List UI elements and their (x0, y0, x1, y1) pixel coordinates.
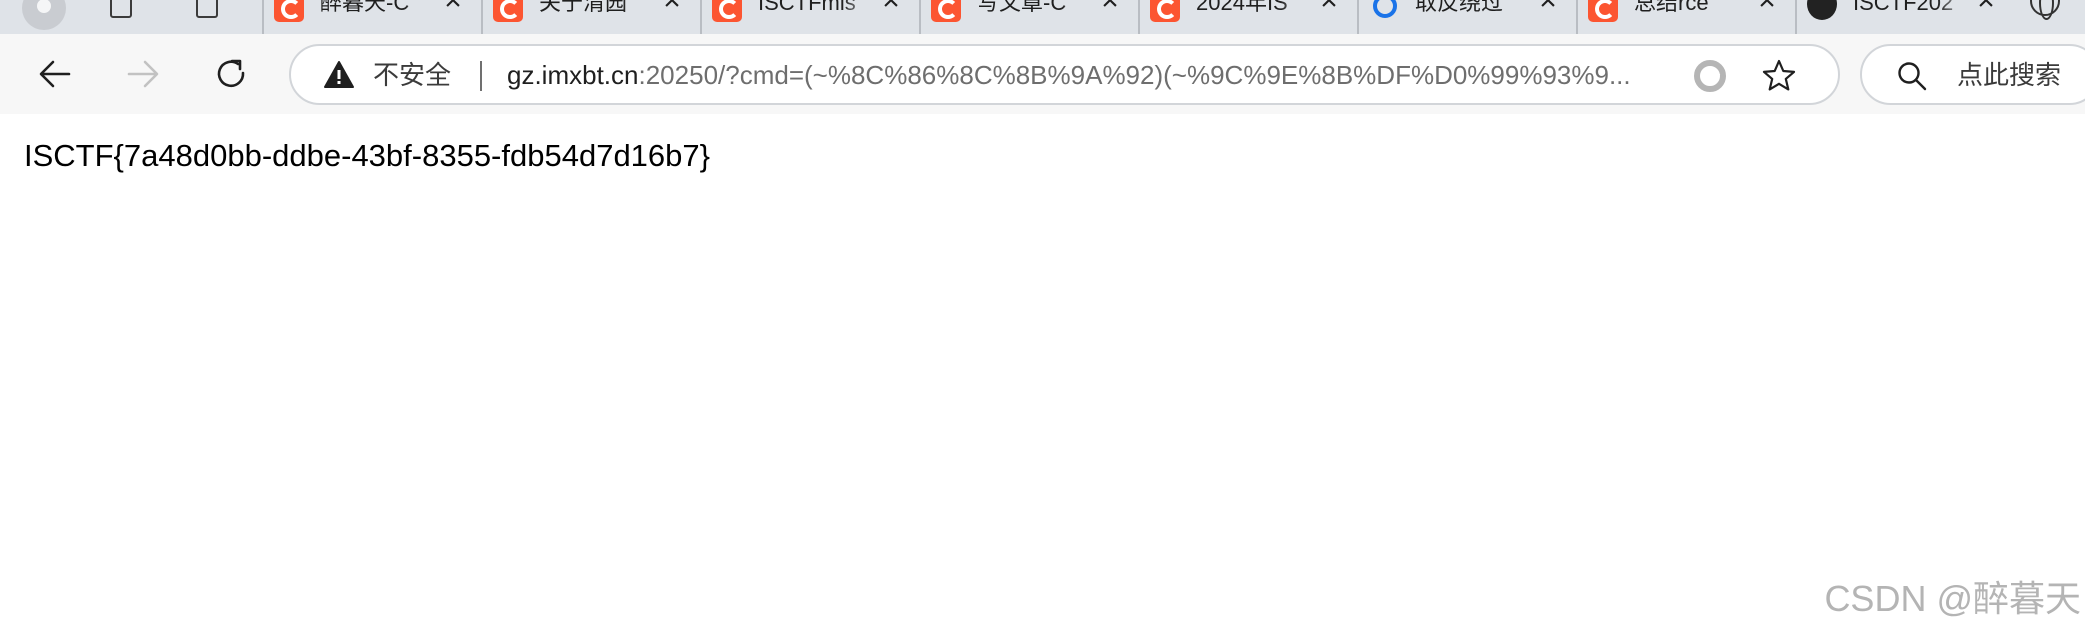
close-icon[interactable]: × (1095, 0, 1125, 16)
csdn-icon (274, 0, 304, 22)
search-icon (1898, 62, 1927, 91)
workspaces-icon[interactable] (110, 0, 132, 18)
tab-title: 关于清园 (539, 0, 628, 15)
warning-icon[interactable] (323, 60, 355, 90)
tab[interactable]: ISCTFmis × (700, 0, 918, 34)
tab[interactable]: 总结rce × (1576, 0, 1794, 34)
page-viewport: ISCTF{7a48d0bb-ddbe-43bf-8355-fdb54d7d16… (0, 114, 2085, 627)
search-icon (1369, 0, 1399, 22)
arrow-left-icon (39, 60, 71, 88)
close-icon[interactable]: × (1314, 0, 1344, 16)
close-icon[interactable]: × (876, 0, 906, 16)
tab-title: 醉暮天-C (320, 0, 410, 15)
edge-app-icon[interactable] (1693, 59, 1727, 93)
tab[interactable]: ISCTF202 × (1795, 0, 2013, 34)
tab-title: ISCTFmis (758, 0, 856, 15)
address-bar[interactable]: 不安全 gz.imxbt.cn:20250/?cmd=(~%8C%86%8C%8… (289, 44, 1840, 105)
close-icon[interactable]: × (1752, 0, 1782, 16)
globe-icon[interactable] (2030, 0, 2060, 20)
tab-title: 总结rce (1634, 0, 1709, 15)
divider (480, 61, 482, 91)
tab-title: 写文章-C (977, 0, 1067, 15)
close-icon[interactable]: × (438, 0, 468, 16)
favorite-star-icon[interactable] (1761, 58, 1797, 94)
tab[interactable]: 取反绕过 × (1357, 0, 1575, 34)
csdn-icon (493, 0, 523, 22)
tab-actions-icon[interactable] (196, 0, 218, 18)
url-path: :20250/?cmd=(~%8C%86%8C%8B%9A%92)(~%9C%9… (638, 60, 1631, 90)
forward-button[interactable] (113, 34, 173, 114)
refresh-button[interactable] (202, 34, 262, 114)
profile-avatar-icon[interactable] (22, 0, 66, 30)
page-body-text: ISCTF{7a48d0bb-ddbe-43bf-8355-fdb54d7d16… (24, 138, 710, 173)
tab[interactable]: 2024年IS × (1138, 0, 1356, 34)
tab-title: 2024年IS (1196, 0, 1288, 15)
csdn-icon (712, 0, 742, 22)
close-icon[interactable]: × (657, 0, 687, 16)
csdn-icon (931, 0, 961, 22)
back-button[interactable] (25, 34, 85, 114)
close-icon[interactable]: × (1971, 0, 2001, 16)
refresh-icon (217, 59, 245, 88)
tab[interactable]: 醉暮天-C × (262, 0, 480, 34)
close-icon[interactable]: × (1533, 0, 1563, 16)
arrow-right-icon (127, 60, 159, 88)
csdn-icon (1150, 0, 1180, 22)
url-text[interactable]: gz.imxbt.cn:20250/?cmd=(~%8C%86%8C%8B%9A… (507, 59, 1647, 91)
browser-toolbar: 不安全 gz.imxbt.cn:20250/?cmd=(~%8C%86%8C%8… (0, 34, 2085, 114)
tab[interactable]: 写文章-C × (919, 0, 1137, 34)
search-placeholder: 点此搜索 (1957, 60, 2062, 90)
security-status-label[interactable]: 不安全 (373, 59, 451, 91)
tab-title: ISCTF202 (1853, 0, 1954, 15)
csdn-icon (1588, 0, 1618, 22)
url-host: gz.imxbt.cn (507, 60, 639, 90)
search-box[interactable]: 点此搜索 (1860, 44, 2085, 105)
ctf-site-icon (1807, 0, 1837, 20)
watermark: CSDN @醉暮天 (1824, 578, 2081, 619)
tab-strip: 醉暮天-C × 关于清园 × ISCTFmis × 写文章-C × 2024年I… (0, 0, 2085, 34)
tab[interactable]: 关于清园 × (481, 0, 699, 34)
tab-title: 取反绕过 (1415, 0, 1504, 15)
